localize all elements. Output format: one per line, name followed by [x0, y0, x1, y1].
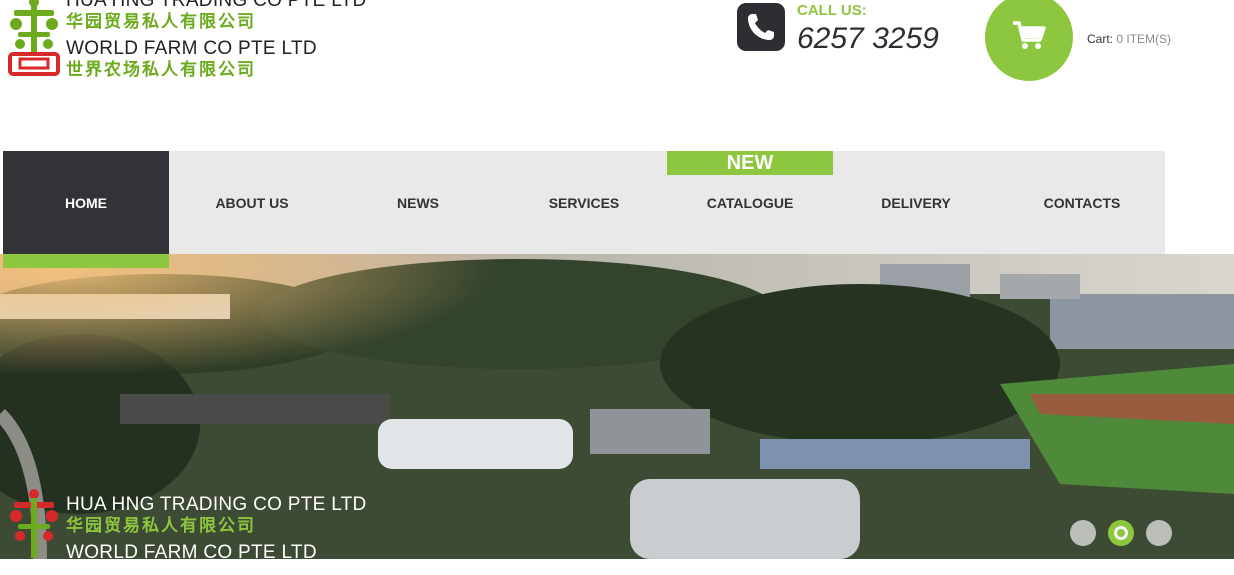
company-name-cn-1: 华园贸易私人有限公司: [66, 12, 256, 32]
company-name-en-1: HUA HNG TRADING CO PTE LTD: [66, 0, 367, 11]
nav-item-services[interactable]: SERVICES: [501, 151, 667, 254]
company-name-cn-2: 世界农场私人有限公司: [66, 60, 256, 80]
hero-company-name-en-2: WORLD FARM CO PTE LTD: [66, 542, 317, 563]
nav-item-delivery[interactable]: DELIVERY: [833, 151, 999, 254]
slider-dot-3[interactable]: [1146, 520, 1172, 546]
hero-company-name: HUA HNG TRADING CO PTE LTD 华园贸易私人有限公司 WO…: [66, 494, 416, 564]
cart-icon: [1013, 21, 1046, 49]
cart-button[interactable]: [985, 0, 1073, 81]
active-nav-indicator: [3, 254, 169, 268]
call-us-label: CALL US:: [797, 2, 867, 19]
logo-icon[interactable]: [6, 0, 62, 78]
nav-item-about-us[interactable]: ABOUT US: [169, 151, 335, 254]
cart-summary[interactable]: Cart: 0 ITEM(S): [1087, 32, 1171, 46]
phone-number[interactable]: 6257 3259: [797, 22, 939, 56]
hero-logo-icon: [6, 488, 62, 570]
nav-item-home[interactable]: HOME: [3, 151, 169, 254]
cart-label: Cart:: [1087, 32, 1114, 46]
company-name-en-2: WORLD FARM CO PTE LTD: [66, 38, 317, 59]
company-name: HUA HNG TRADING CO PTE LTD 华园贸易私人有限公司 WO…: [66, 0, 416, 80]
slider-dot-1[interactable]: [1070, 520, 1096, 546]
phone-icon: [737, 3, 785, 51]
hero-company-name-en-1: HUA HNG TRADING CO PTE LTD: [66, 494, 367, 515]
new-badge: NEW: [667, 151, 833, 175]
nav-item-news[interactable]: NEWS: [335, 151, 501, 254]
cart-count: 0 ITEM(S): [1116, 32, 1172, 46]
hero-company-name-cn-1: 华园贸易私人有限公司: [66, 516, 256, 536]
nav-item-contacts[interactable]: CONTACTS: [999, 151, 1165, 254]
slider-dot-2[interactable]: [1108, 520, 1134, 546]
